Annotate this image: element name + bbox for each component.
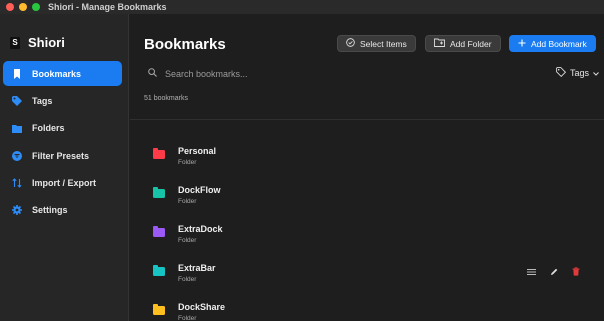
row-actions	[527, 267, 580, 276]
sidebar-nav: Bookmarks Tags Folders Filter Presets Im…	[3, 61, 122, 225]
sidebar-item-label: Folders	[32, 123, 65, 134]
sidebar: S Shiori Bookmarks Tags Folders Filter P…	[0, 14, 129, 321]
select-items-label: Select Items	[360, 38, 407, 49]
tags-filter-dropdown[interactable]: Tags	[556, 67, 599, 79]
item-type: Folder	[178, 159, 197, 166]
filter-icon	[12, 150, 22, 161]
window-controls	[6, 3, 40, 11]
sidebar-item-bookmarks[interactable]: Bookmarks	[3, 61, 122, 86]
import-export-icon	[12, 178, 22, 188]
sidebar-item-filter-presets[interactable]: Filter Presets	[3, 143, 122, 168]
sidebar-item-label: Settings	[32, 205, 68, 216]
add-bookmark-label: Add Bookmark	[531, 38, 587, 49]
drag-handle-icon[interactable]	[527, 267, 536, 276]
sidebar-item-label: Import / Export	[32, 178, 97, 189]
item-name: DockFlow	[178, 185, 221, 195]
main-content: Bookmarks Select Items Add Folder Add Bo…	[130, 14, 604, 321]
tag-icon	[12, 95, 22, 106]
search-icon	[148, 68, 157, 79]
item-type: Folder	[178, 315, 197, 321]
delete-icon[interactable]	[571, 267, 580, 276]
search-bar[interactable]: Search bookmarks...	[148, 68, 248, 79]
list-item[interactable]: DockFlow Folder	[130, 173, 604, 209]
folder-icon	[153, 226, 165, 237]
edit-icon[interactable]	[549, 267, 558, 276]
list-item[interactable]: ExtraBar Folder	[130, 251, 604, 287]
sidebar-item-settings[interactable]: Settings	[3, 198, 122, 223]
check-circle-icon	[346, 38, 355, 49]
list-item[interactable]: Personal Folder	[130, 134, 604, 170]
folder-icon	[153, 265, 165, 276]
gear-icon	[12, 205, 22, 216]
sidebar-item-tags[interactable]: Tags	[3, 88, 122, 113]
bookmark-count: 51 bookmarks	[144, 95, 188, 102]
item-name: Personal	[178, 146, 217, 156]
select-items-button[interactable]: Select Items	[337, 35, 416, 52]
sidebar-item-label: Bookmarks	[32, 68, 82, 79]
folder-icon	[153, 187, 165, 198]
plus-icon	[518, 39, 526, 49]
divider	[130, 119, 604, 120]
add-bookmark-button[interactable]: Add Bookmark	[509, 35, 596, 52]
sidebar-item-label: Filter Presets	[32, 150, 90, 161]
item-name: ExtraDock	[178, 224, 223, 234]
brand-logo: S	[10, 36, 20, 49]
brand-name: Shiori	[28, 35, 65, 50]
search-input[interactable]: Search bookmarks...	[165, 69, 248, 79]
list-item[interactable]: DockShare Folder	[130, 290, 604, 321]
brand: S Shiori	[10, 35, 65, 50]
window-title: Shiori - Manage Bookmarks	[48, 2, 167, 12]
folder-icon	[153, 148, 165, 159]
sidebar-item-import-export[interactable]: Import / Export	[3, 171, 122, 196]
bookmark-icon	[12, 68, 22, 79]
page-title: Bookmarks	[144, 36, 226, 53]
folder-icon	[12, 123, 22, 133]
zoom-window-button[interactable]	[32, 3, 40, 11]
close-window-button[interactable]	[6, 3, 14, 11]
item-type: Folder	[178, 198, 197, 205]
chevron-down-icon	[593, 68, 599, 78]
list-item[interactable]: ExtraDock Folder	[130, 212, 604, 248]
add-folder-button[interactable]: Add Folder	[425, 35, 501, 52]
sidebar-item-label: Tags	[32, 95, 53, 106]
add-folder-label: Add Folder	[450, 38, 492, 49]
item-name: DockShare	[178, 302, 226, 312]
tags-filter-label: Tags	[570, 68, 590, 78]
folder-icon	[153, 304, 165, 315]
item-name: ExtraBar	[178, 263, 216, 273]
item-type: Folder	[178, 276, 197, 283]
minimize-window-button[interactable]	[19, 3, 27, 11]
tag-outline-icon	[556, 67, 567, 79]
sidebar-item-folders[interactable]: Folders	[3, 116, 122, 141]
item-type: Folder	[178, 237, 197, 244]
folder-plus-icon	[434, 38, 445, 49]
title-bar: Shiori - Manage Bookmarks	[0, 0, 604, 14]
